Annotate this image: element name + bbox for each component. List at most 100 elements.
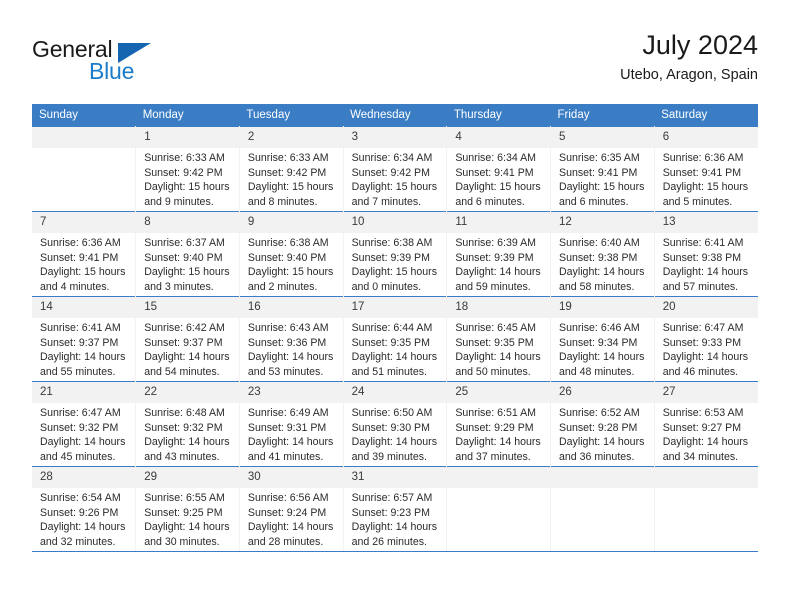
day-cell[interactable]: 7 Sunrise: 6:36 AM Sunset: 9:41 PM Dayli…: [32, 211, 137, 297]
daylight-text-line1: Daylight: 14 hours: [351, 521, 437, 534]
sunset-text: Sunset: 9:32 PM: [144, 421, 223, 434]
sunset-text: Sunset: 9:38 PM: [559, 251, 638, 264]
day-cell[interactable]: 14 Sunrise: 6:41 AM Sunset: 9:37 PM Dayl…: [32, 296, 137, 382]
sunrise-text: Sunrise: 6:33 AM: [144, 152, 225, 164]
day-details: Sunrise: 6:38 AM Sunset: 9:39 PM Dayligh…: [344, 233, 447, 294]
daylight-text-line2: and 54 minutes.: [144, 365, 220, 378]
page-title: July 2024: [642, 30, 758, 60]
sunset-text: Sunset: 9:41 PM: [455, 166, 534, 179]
weekday-header-thursday: Thursday: [446, 104, 551, 127]
day-cell[interactable]: 2 Sunrise: 6:33 AM Sunset: 9:42 PM Dayli…: [239, 126, 344, 212]
daylight-text-line2: and 51 minutes.: [351, 365, 427, 378]
day-number: 22: [136, 382, 239, 403]
daylight-text-line2: and 6 minutes.: [559, 195, 629, 208]
day-cell[interactable]: 17 Sunrise: 6:44 AM Sunset: 9:35 PM Dayl…: [343, 296, 448, 382]
day-details: Sunrise: 6:33 AM Sunset: 9:42 PM Dayligh…: [136, 148, 239, 209]
weekday-header-wednesday: Wednesday: [343, 104, 447, 127]
day-number: 10: [343, 212, 447, 233]
weekday-header-tuesday: Tuesday: [239, 104, 344, 127]
day-details: Sunrise: 6:33 AM Sunset: 9:42 PM Dayligh…: [240, 148, 343, 209]
day-number: 3: [343, 127, 447, 148]
day-cell[interactable]: 18 Sunrise: 6:45 AM Sunset: 9:35 PM Dayl…: [446, 296, 552, 382]
day-cell[interactable]: [654, 466, 758, 552]
day-details: Sunrise: 6:48 AM Sunset: 9:32 PM Dayligh…: [136, 403, 239, 464]
sunrise-text: Sunrise: 6:56 AM: [247, 492, 329, 504]
day-cell[interactable]: 31 Sunrise: 6:57 AM Sunset: 9:23 PM Dayl…: [343, 466, 448, 552]
sunrise-text: Sunrise: 6:54 AM: [40, 492, 121, 504]
sunset-text: Sunset: 9:41 PM: [40, 251, 119, 264]
daylight-text-line2: and 43 minutes.: [144, 450, 220, 463]
sunrise-text: Sunrise: 6:38 AM: [351, 237, 433, 249]
day-cell[interactable]: 27 Sunrise: 6:53 AM Sunset: 9:27 PM Dayl…: [654, 381, 758, 467]
daylight-text-line1: Daylight: 14 hours: [40, 521, 126, 534]
day-cell[interactable]: [550, 466, 655, 552]
day-number: 16: [239, 297, 343, 318]
general-blue-logo[interactable]: General Blue: [32, 36, 232, 92]
sunrise-text: Sunrise: 6:47 AM: [662, 322, 744, 334]
daylight-text-line2: and 2 minutes.: [247, 280, 318, 293]
day-cell[interactable]: 6 Sunrise: 6:36 AM Sunset: 9:41 PM Dayli…: [654, 126, 758, 212]
daylight-text-line2: and 26 minutes.: [351, 535, 427, 548]
day-details: Sunrise: 6:54 AM Sunset: 9:26 PM Dayligh…: [32, 488, 135, 549]
weekday-header-monday: Monday: [135, 104, 240, 127]
day-cell[interactable]: 3 Sunrise: 6:34 AM Sunset: 9:42 PM Dayli…: [343, 126, 448, 212]
day-cell[interactable]: 4 Sunrise: 6:34 AM Sunset: 9:41 PM Dayli…: [446, 126, 552, 212]
day-cell[interactable]: 21 Sunrise: 6:47 AM Sunset: 9:32 PM Dayl…: [32, 381, 137, 467]
day-number: 5: [551, 127, 654, 148]
logo-text-blue: Blue: [89, 58, 135, 84]
day-cell[interactable]: 12 Sunrise: 6:40 AM Sunset: 9:38 PM Dayl…: [550, 211, 655, 297]
sunset-text: Sunset: 9:37 PM: [40, 336, 119, 349]
day-details: Sunrise: 6:46 AM Sunset: 9:34 PM Dayligh…: [551, 318, 654, 379]
daylight-text-line1: Daylight: 14 hours: [559, 266, 645, 279]
daylight-text-line1: Daylight: 14 hours: [40, 436, 126, 449]
day-cell[interactable]: 25 Sunrise: 6:51 AM Sunset: 9:29 PM Dayl…: [446, 381, 552, 467]
sunset-text: Sunset: 9:36 PM: [247, 336, 327, 349]
sunrise-text: Sunrise: 6:55 AM: [144, 492, 225, 504]
sunset-text: Sunset: 9:25 PM: [144, 506, 223, 519]
title-block: July 2024 Utebo, Aragon, Spain: [620, 28, 758, 86]
day-number: 31: [343, 467, 447, 488]
day-cell[interactable]: [32, 126, 137, 212]
sunset-text: Sunset: 9:27 PM: [662, 421, 742, 434]
daylight-text-line2: and 45 minutes.: [40, 450, 116, 463]
day-number: 19: [551, 297, 654, 318]
day-number: 9: [239, 212, 343, 233]
daylight-text-line1: Daylight: 14 hours: [455, 266, 541, 279]
calendar-week-row: 28 Sunrise: 6:54 AM Sunset: 9:26 PM Dayl…: [32, 466, 758, 552]
calendar-grid: Sunday Monday Tuesday Wednesday Thursday…: [32, 104, 758, 552]
day-details: [447, 488, 550, 491]
day-number: 7: [32, 212, 136, 233]
day-cell[interactable]: 8 Sunrise: 6:37 AM Sunset: 9:40 PM Dayli…: [135, 211, 240, 297]
sunset-text: Sunset: 9:24 PM: [247, 506, 327, 519]
daylight-text-line1: Daylight: 15 hours: [144, 181, 230, 194]
day-cell[interactable]: 24 Sunrise: 6:50 AM Sunset: 9:30 PM Dayl…: [343, 381, 448, 467]
day-cell[interactable]: 29 Sunrise: 6:55 AM Sunset: 9:25 PM Dayl…: [135, 466, 240, 552]
day-cell[interactable]: [446, 466, 552, 552]
daylight-text-line2: and 41 minutes.: [247, 450, 324, 463]
sunrise-text: Sunrise: 6:51 AM: [455, 407, 536, 419]
day-cell[interactable]: 13 Sunrise: 6:41 AM Sunset: 9:38 PM Dayl…: [654, 211, 758, 297]
day-cell[interactable]: 20 Sunrise: 6:47 AM Sunset: 9:33 PM Dayl…: [654, 296, 758, 382]
daylight-text-line1: Daylight: 14 hours: [351, 436, 437, 449]
daylight-text-line2: and 7 minutes.: [351, 195, 422, 208]
day-cell[interactable]: 23 Sunrise: 6:49 AM Sunset: 9:31 PM Dayl…: [239, 381, 344, 467]
day-cell[interactable]: 30 Sunrise: 6:56 AM Sunset: 9:24 PM Dayl…: [239, 466, 344, 552]
day-details: Sunrise: 6:47 AM Sunset: 9:33 PM Dayligh…: [655, 318, 758, 379]
day-cell[interactable]: 15 Sunrise: 6:42 AM Sunset: 9:37 PM Dayl…: [135, 296, 240, 382]
day-cell[interactable]: 1 Sunrise: 6:33 AM Sunset: 9:42 PM Dayli…: [135, 126, 240, 212]
day-cell[interactable]: 11 Sunrise: 6:39 AM Sunset: 9:39 PM Dayl…: [446, 211, 552, 297]
day-cell[interactable]: 28 Sunrise: 6:54 AM Sunset: 9:26 PM Dayl…: [32, 466, 137, 552]
day-cell[interactable]: 5 Sunrise: 6:35 AM Sunset: 9:41 PM Dayli…: [550, 126, 655, 212]
day-details: Sunrise: 6:35 AM Sunset: 9:41 PM Dayligh…: [551, 148, 654, 209]
daylight-text-line2: and 32 minutes.: [40, 535, 116, 548]
daylight-text-line1: Daylight: 14 hours: [662, 266, 749, 279]
day-cell[interactable]: 10 Sunrise: 6:38 AM Sunset: 9:39 PM Dayl…: [343, 211, 448, 297]
day-cell[interactable]: 26 Sunrise: 6:52 AM Sunset: 9:28 PM Dayl…: [550, 381, 655, 467]
daylight-text-line2: and 8 minutes.: [247, 195, 318, 208]
daylight-text-line1: Daylight: 15 hours: [247, 181, 334, 194]
day-cell[interactable]: 19 Sunrise: 6:46 AM Sunset: 9:34 PM Dayl…: [550, 296, 655, 382]
day-cell[interactable]: 9 Sunrise: 6:38 AM Sunset: 9:40 PM Dayli…: [239, 211, 344, 297]
daylight-text-line2: and 46 minutes.: [662, 365, 739, 378]
day-cell[interactable]: 22 Sunrise: 6:48 AM Sunset: 9:32 PM Dayl…: [135, 381, 240, 467]
day-cell[interactable]: 16 Sunrise: 6:43 AM Sunset: 9:36 PM Dayl…: [239, 296, 344, 382]
